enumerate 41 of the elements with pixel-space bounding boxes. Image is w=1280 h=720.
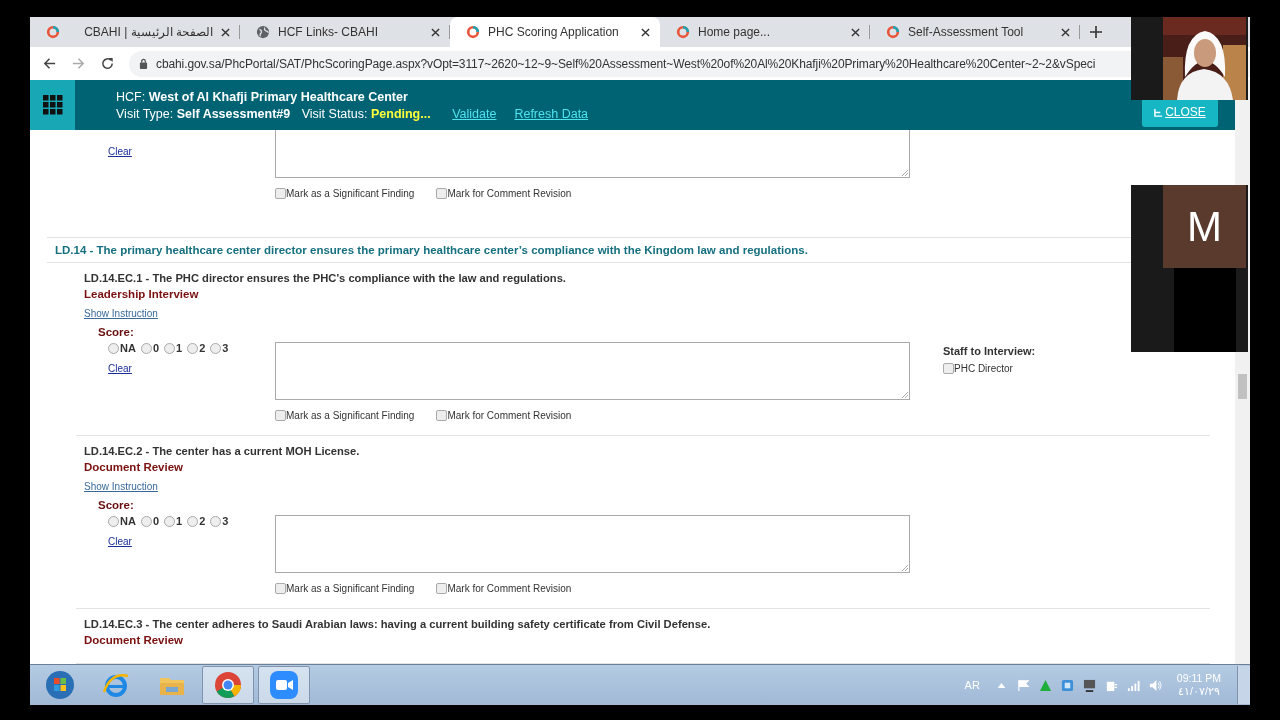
clear-link[interactable]: Clear [108,363,132,374]
staff-heading: Staff to Interview: [943,344,1036,359]
review-method: Document Review [84,633,185,648]
tab-title: CBAHI | الصفحة الرئيسية [83,25,213,39]
review-method: Leadership Interview [84,287,200,302]
element-title: LD.14.EC.1 - The PHC director ensures the PHC's compliance with the law and regulations. [84,271,567,285]
visit-type: Self Assessment#9 [176,106,291,121]
flag-checkbox[interactable]: Mark for Comment Revision [436,583,572,594]
header-link[interactable]: Validate [452,106,497,121]
staff-checkbox[interactable]: PHC Director [943,363,1036,374]
tab-title: PHC Scoring Application [488,25,620,39]
review-method: Document Review [84,460,185,475]
tab-title: Self-Assessment Tool [908,25,1025,39]
browser-tab[interactable]: CBAHI | الصفحة الرئيسية [30,17,240,47]
browser-tab[interactable]: Home page... [660,17,870,47]
hcf-label: HCF: [116,89,146,104]
tab-title: Home page... [698,25,772,39]
browser-tab[interactable]: Self-Assessment Tool [870,17,1080,47]
clear-link[interactable]: Clear [108,146,132,157]
browser-tab[interactable]: PHC Scoring Application [450,17,660,47]
show-instruction-link[interactable]: Show Instruction [84,478,158,496]
visit-type-label: Visit Type: [116,106,174,121]
score-radio[interactable]: NA [108,342,136,354]
show-instruction-link[interactable]: Show Instruction [84,305,158,323]
flag-checkbox[interactable]: Mark for Comment Revision [436,410,572,421]
score-label: Score: [97,498,135,513]
score-radio[interactable]: NA [108,515,136,527]
flag-checkbox[interactable]: Mark as a Significant Finding [275,410,415,421]
element-title: LD.14.EC.2 - The center has a current MOH License. [84,444,361,458]
tab-title: HCF Links- CBAHI [278,25,379,39]
hcf-name: West of Al Khafji Primary Healthcare Center [148,89,408,104]
flag-checkbox[interactable]: Mark as a Significant Finding [275,583,415,594]
element-title: LD.14.EC.3 - The center adheres to Saudi Arabian laws: having a current building safety certificate from Civil Defense. [84,617,712,631]
flag-checkbox[interactable]: Mark for Comment Revision [436,188,572,199]
flag-checkbox[interactable]: Mark as a Significant Finding [275,188,415,199]
browser-tab[interactable]: HCF Links- CBAHI [240,17,450,47]
visit-status-label: Visit Status: [301,106,368,121]
visit-status: Pending... [370,106,431,121]
header-link[interactable]: Refresh Data [514,106,589,121]
clear-link[interactable]: Clear [108,536,132,547]
score-label: Score: [97,325,135,340]
